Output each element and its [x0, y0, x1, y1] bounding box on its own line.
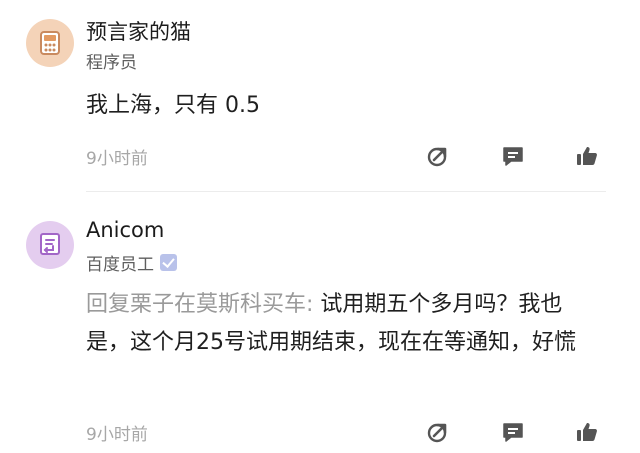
reply-to-link[interactable]: 回复栗子在莫斯科买车: — [86, 292, 320, 317]
share-arrow-icon — [427, 423, 447, 443]
avatar[interactable] — [26, 221, 74, 269]
comment-button[interactable] — [498, 417, 528, 447]
thumbs-up-icon — [577, 423, 597, 441]
like-button[interactable] — [572, 417, 602, 447]
like-button[interactable] — [572, 141, 602, 171]
document-icon — [40, 233, 60, 255]
username[interactable]: Anicom — [86, 218, 164, 242]
user-role: 程序员 — [86, 53, 137, 73]
comment-bubble-icon — [503, 423, 523, 442]
avatar[interactable] — [26, 19, 74, 67]
comment-bubble-icon — [503, 147, 523, 166]
comment-actions — [0, 417, 640, 447]
comment-text: 我上海，只有 0.5 — [86, 87, 606, 125]
comment-button[interactable] — [498, 141, 528, 171]
share-arrow-icon — [427, 147, 447, 167]
comment-item: Anicom 百度员工 回复栗子在莫斯科买车: 试用期五个多月吗？我也是，这个月… — [0, 196, 640, 453]
calculator-icon — [40, 31, 60, 55]
comment-actions — [0, 141, 640, 171]
verified-badge-icon — [160, 254, 177, 271]
user-role-row: 百度员工 — [86, 250, 177, 275]
comment-item: 预言家的猫 程序员 我上海，只有 0.5 9小时前 — [0, 0, 640, 192]
comment-body: 我上海，只有 0.5 — [86, 93, 260, 118]
username[interactable]: 预言家的猫 — [86, 16, 191, 46]
user-role: 百度员工 — [86, 255, 154, 275]
share-button[interactable] — [423, 417, 453, 447]
thumbs-up-icon — [577, 147, 597, 165]
divider — [86, 191, 606, 192]
comment-text: 回复栗子在莫斯科买车: 试用期五个多月吗？我也是，这个月25号试用期结束，现在在… — [86, 286, 606, 362]
share-button[interactable] — [423, 141, 453, 171]
